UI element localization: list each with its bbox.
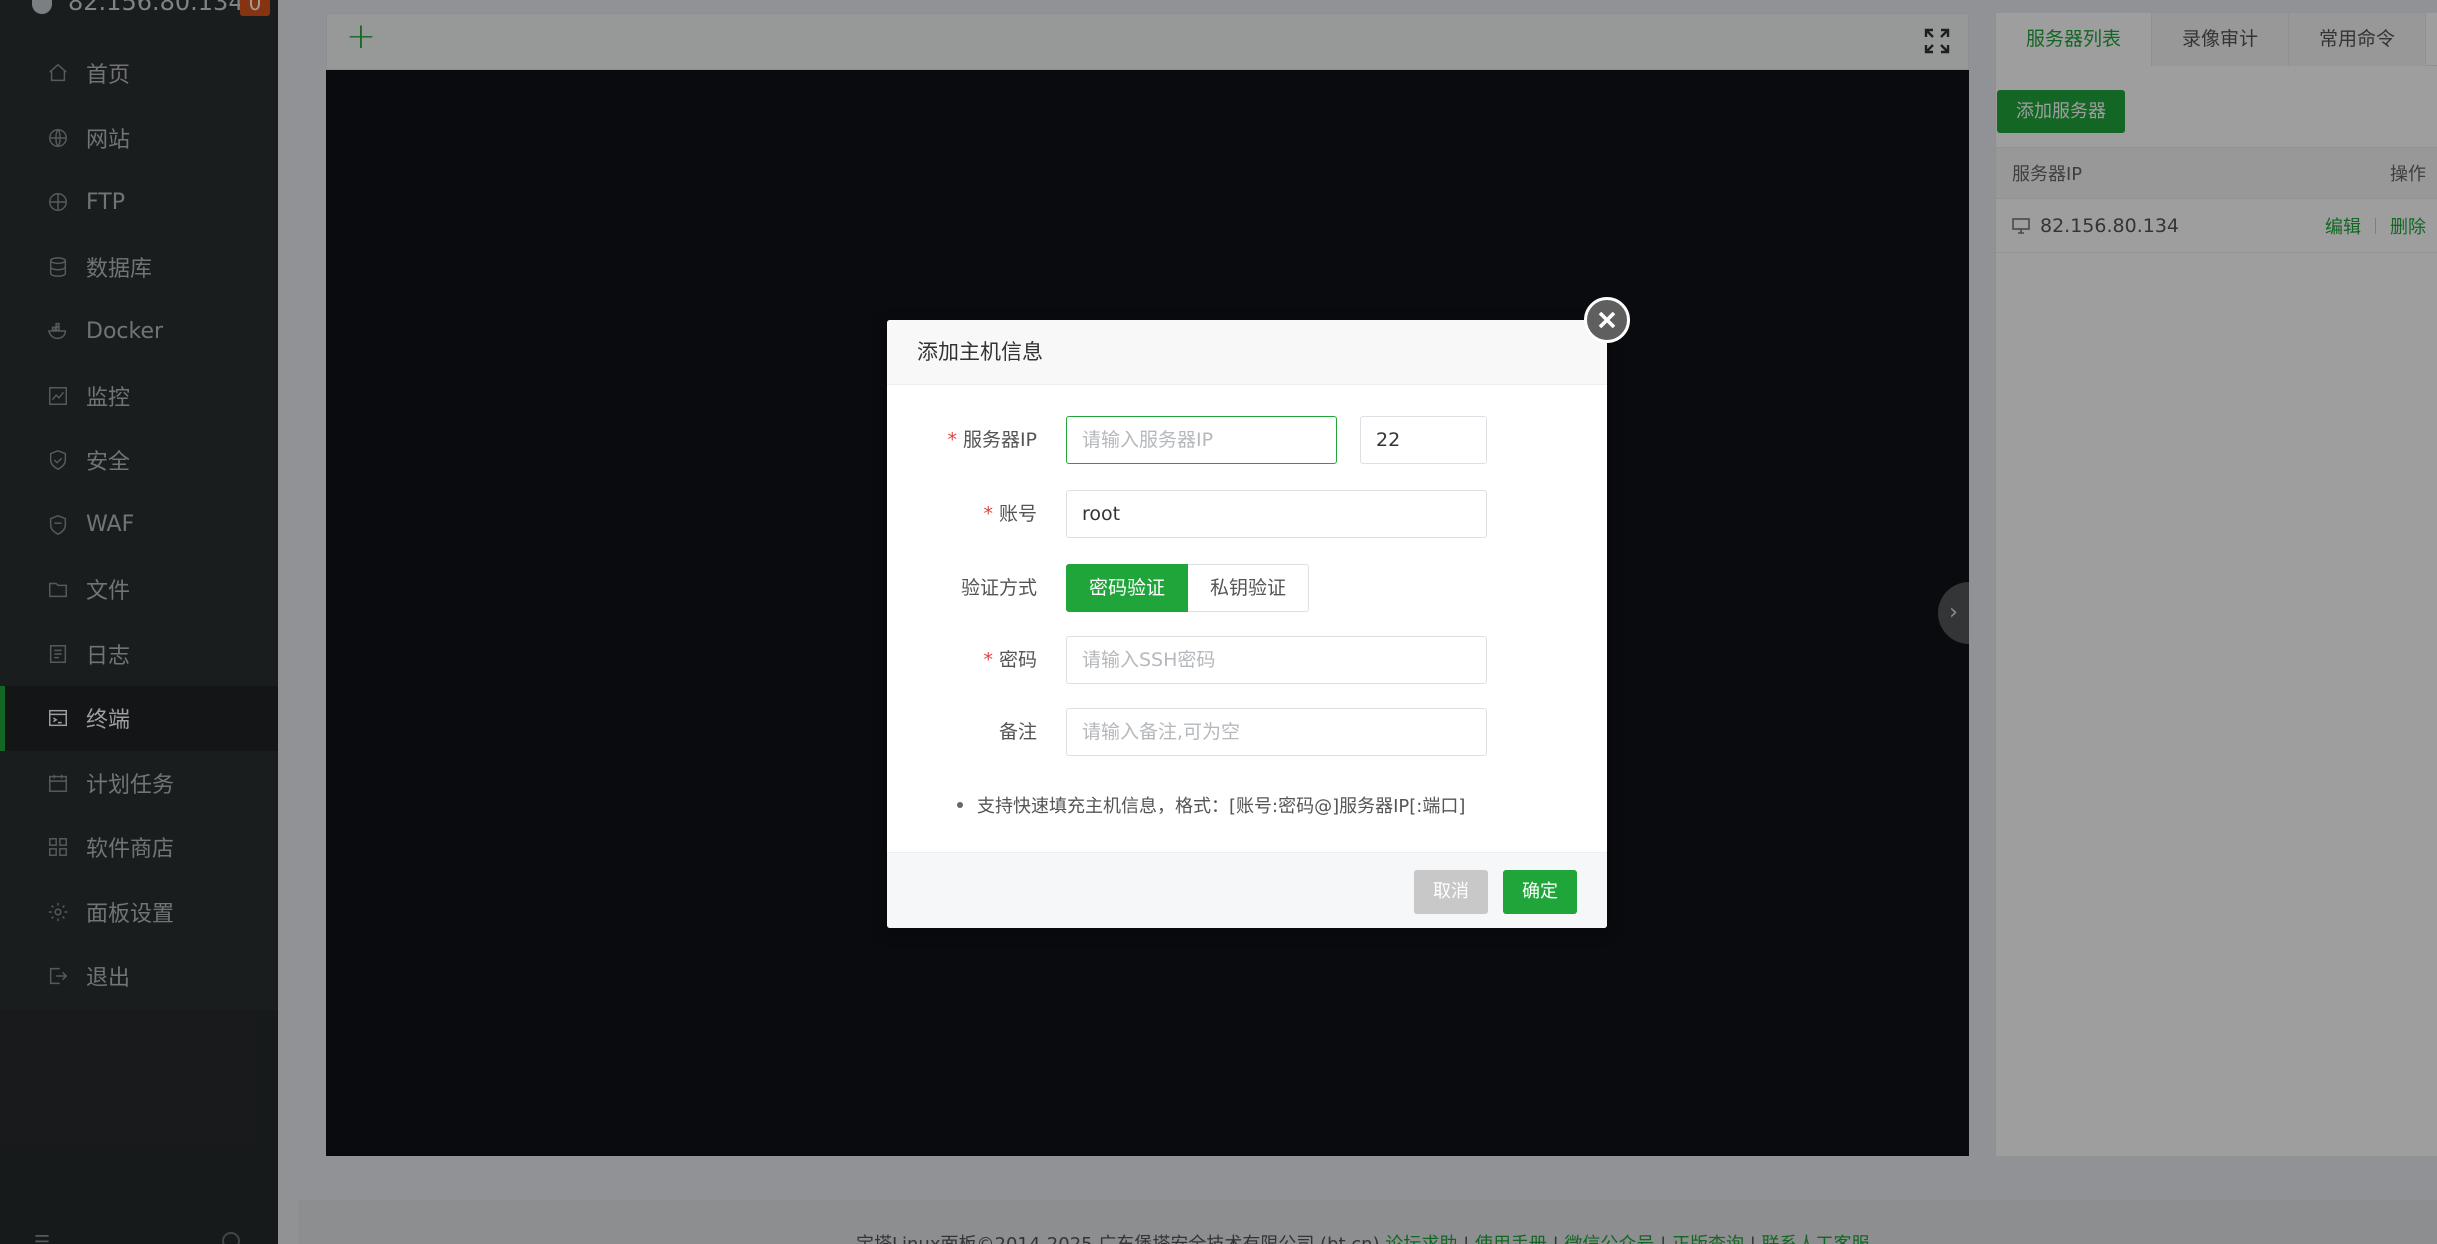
key-auth-button[interactable]: 私钥验证 (1188, 564, 1310, 612)
password-label: * 密码 (983, 636, 1037, 684)
confirm-button[interactable]: 确定 (1503, 870, 1577, 914)
form-row-server-ip: * 服务器IP (887, 416, 1607, 464)
cancel-button[interactable]: 取消 (1414, 870, 1488, 914)
password-auth-button[interactable]: 密码验证 (1066, 564, 1189, 612)
tip-text: 支持快速填充主机信息，格式：[账号:密码@]服务器IP[:端口] (977, 796, 1466, 817)
auth-method-toggle: 密码验证 私钥验证 (1066, 564, 1310, 612)
password-input[interactable] (1066, 636, 1487, 684)
label-text: 密码 (998, 649, 1037, 671)
required-mark: * (983, 649, 993, 671)
add-host-dialog: 添加主机信息 *服务器IP *账号 验证方式 密码验证 私钥验证 *密码 备注 … (887, 297, 1630, 928)
remark-label: 备注 (998, 721, 1037, 743)
account-input[interactable] (1066, 490, 1487, 538)
quick-fill-tip: 支持快速填充主机信息，格式：[账号:密码@]服务器IP[:端口] (957, 792, 1465, 818)
form-row-auth: 验证方式 密码验证 私钥验证 (887, 564, 1607, 612)
dialog-footer: 取消 确定 (887, 852, 1607, 928)
label-text: 服务器IP (962, 429, 1037, 451)
close-icon (1598, 311, 1616, 329)
port-input[interactable] (1360, 416, 1487, 464)
dialog-title: 添加主机信息 (887, 320, 1607, 385)
server-ip-label: * 服务器IP (947, 416, 1037, 464)
form-row-account: * 账号 (887, 490, 1607, 538)
bullet-icon (957, 802, 963, 808)
server-ip-input[interactable] (1066, 416, 1337, 464)
form-row-password: * 密码 (887, 636, 1607, 684)
required-mark: * (947, 429, 957, 451)
close-dialog-button[interactable] (1584, 297, 1630, 343)
remark-input[interactable] (1066, 708, 1487, 756)
auth-method-label: 验证方式 (960, 577, 1037, 599)
label-text: 账号 (998, 503, 1037, 525)
account-label: * 账号 (983, 490, 1037, 538)
required-mark: * (983, 503, 993, 525)
form-row-remark: 备注 (887, 708, 1607, 756)
